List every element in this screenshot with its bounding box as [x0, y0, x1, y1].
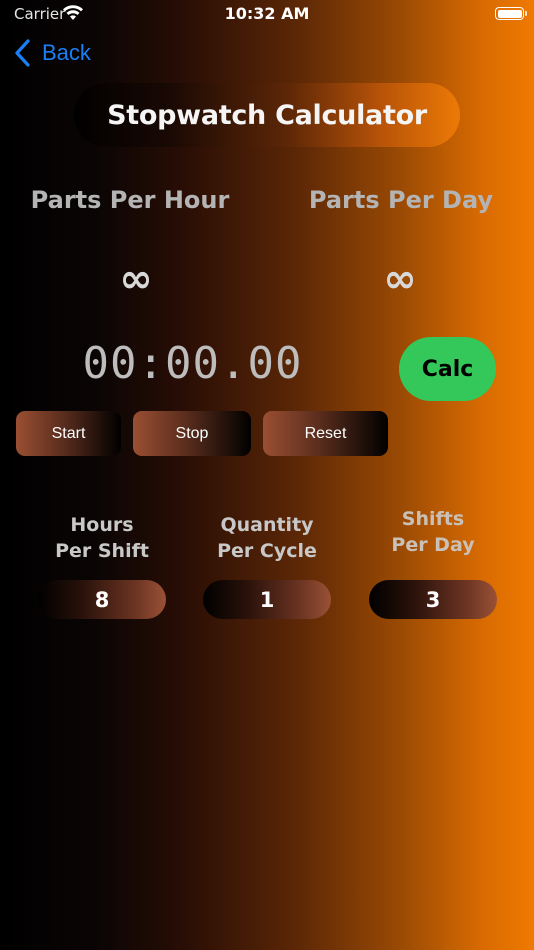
stopwatch-display: 00:00.00 [82, 338, 303, 389]
page-title: Stopwatch Calculator [107, 99, 427, 131]
stop-button[interactable]: Stop [133, 411, 251, 456]
parts-per-day-value: ∞ [383, 256, 417, 302]
shifts-per-day-field[interactable]: 3 [369, 580, 497, 619]
hours-label-line1: Hours [70, 514, 134, 536]
quantity-label-line1: Quantity [220, 514, 314, 536]
title-pill: Stopwatch Calculator [74, 83, 460, 147]
status-time: 10:32 AM [224, 4, 310, 23]
start-button[interactable]: Start [16, 411, 121, 456]
shifts-label-line2: Per Day [391, 534, 475, 556]
calc-button[interactable]: Calc [399, 337, 496, 401]
shifts-per-day-label: Shifts Per Day [352, 506, 514, 558]
chevron-left-icon [15, 39, 30, 67]
shifts-label-line1: Shifts [401, 508, 465, 530]
back-button[interactable]: Back [14, 38, 91, 68]
quantity-per-cycle-label: Quantity Per Cycle [186, 512, 348, 564]
back-label: Back [42, 40, 91, 65]
parts-per-day-label: Parts Per Day [308, 186, 494, 214]
reset-button[interactable]: Reset [263, 411, 388, 456]
quantity-per-cycle-field[interactable]: 1 [203, 580, 331, 619]
hours-per-shift-label: Hours Per Shift [20, 512, 184, 564]
hours-per-shift-field[interactable]: 8 [38, 580, 166, 619]
parts-per-hour-value: ∞ [119, 256, 153, 302]
quantity-label-line2: Per Cycle [217, 540, 317, 562]
battery-tip [525, 11, 527, 16]
parts-per-hour-label: Parts Per Hour [30, 186, 230, 214]
battery-icon [495, 7, 524, 20]
hours-label-line2: Per Shift [55, 540, 149, 562]
